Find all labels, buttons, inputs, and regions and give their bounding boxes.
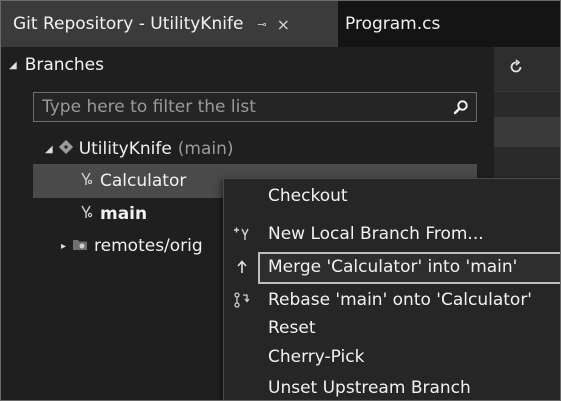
close-icon[interactable]: × bbox=[277, 15, 290, 34]
menu-item-label: New Local Branch From... bbox=[268, 224, 484, 244]
branch-filter-box bbox=[33, 92, 477, 122]
menu-item-label: Cherry-Pick bbox=[268, 347, 365, 367]
branch-label: main bbox=[100, 204, 148, 224]
menu-item-label: Unset Upstream Branch bbox=[268, 378, 471, 398]
branch-label: Calculator bbox=[100, 171, 187, 191]
tab-git-repository[interactable]: Git Repository - UtilityKnife ⊸ × bbox=[1, 1, 338, 47]
menu-item-label: Rebase 'main' onto 'Calculator' bbox=[268, 290, 532, 310]
branches-section-title: Branches bbox=[24, 55, 104, 75]
menu-item-cherry-pick[interactable]: Cherry-Pick bbox=[224, 342, 560, 372]
repository-current-branch: (main) bbox=[177, 139, 234, 159]
branch-item-calculator[interactable]: Calculator bbox=[78, 166, 186, 196]
repository-name: UtilityKnife bbox=[78, 139, 172, 159]
remotes-folder-node[interactable]: ▸ remotes/orig bbox=[61, 231, 203, 261]
rebase-icon bbox=[232, 290, 252, 310]
history-toolbar bbox=[494, 47, 560, 92]
tab-git-repository-title: Git Repository - UtilityKnife bbox=[13, 14, 244, 34]
expand-caret-icon[interactable]: ▸ bbox=[61, 241, 66, 252]
document-tab-strip: Git Repository - UtilityKnife ⊸ × Progra… bbox=[1, 1, 560, 47]
refresh-icon[interactable] bbox=[508, 59, 524, 79]
expand-caret-icon[interactable]: ◢ bbox=[45, 144, 53, 155]
menu-item-unset-upstream[interactable]: Unset Upstream Branch bbox=[224, 373, 560, 400]
menu-item-checkout[interactable]: Checkout bbox=[224, 181, 560, 211]
menu-item-new-local-branch[interactable]: New Local Branch From... bbox=[224, 219, 560, 249]
branch-label: remotes/orig bbox=[94, 236, 203, 256]
branches-section-header[interactable]: ◢ Branches bbox=[9, 55, 104, 75]
menu-item-label: Reset bbox=[268, 318, 316, 338]
search-icon[interactable] bbox=[446, 93, 476, 121]
tab-program-cs-title: Program.cs bbox=[345, 14, 441, 34]
repository-node[interactable]: ◢ UtilityKnife (main) bbox=[45, 134, 234, 164]
history-row[interactable] bbox=[494, 117, 560, 147]
git-repo-icon bbox=[58, 139, 73, 159]
merge-icon bbox=[232, 257, 252, 277]
branch-item-main[interactable]: main bbox=[78, 199, 147, 229]
menu-item-rebase[interactable]: Rebase 'main' onto 'Calculator' bbox=[224, 285, 560, 315]
menu-item-label: Checkout bbox=[268, 186, 348, 206]
remote-folder-icon bbox=[72, 236, 88, 257]
menu-item-label: Merge 'Calculator' into 'main' bbox=[268, 257, 518, 277]
menu-item-merge[interactable]: Merge 'Calculator' into 'main' bbox=[224, 252, 560, 284]
collapse-caret-icon[interactable]: ◢ bbox=[9, 60, 17, 71]
tab-program-cs[interactable]: Program.cs bbox=[345, 1, 440, 47]
new-branch-icon bbox=[232, 224, 252, 244]
git-repository-window: Git Repository - UtilityKnife ⊸ × Progra… bbox=[0, 0, 561, 401]
branch-filter-input[interactable] bbox=[34, 96, 446, 118]
branch-context-menu: Checkout New Local Branch From... Merge … bbox=[223, 178, 560, 400]
pin-icon[interactable]: ⊸ bbox=[257, 18, 266, 31]
menu-item-reset[interactable]: Reset bbox=[224, 313, 560, 343]
branch-icon bbox=[78, 171, 94, 192]
branch-icon bbox=[78, 204, 94, 225]
